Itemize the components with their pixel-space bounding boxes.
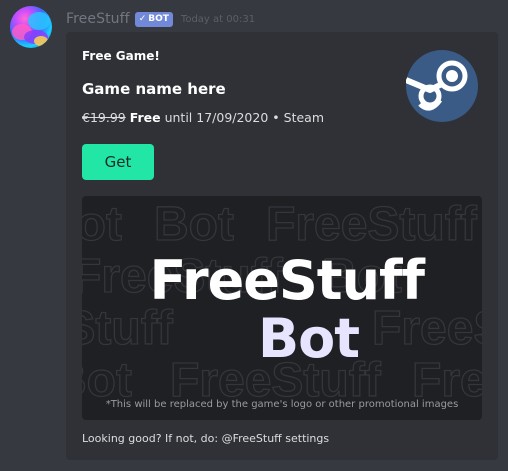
promo-title-line-1: FreeStuff <box>149 249 425 312</box>
username[interactable]: FreeStuff <box>66 11 130 27</box>
until-date: until 17/09/2020 <box>164 110 269 125</box>
steam-icon <box>404 60 468 111</box>
message-timestamp: Today at 00:31 <box>180 13 256 25</box>
store-name: Steam <box>283 110 325 125</box>
check-icon: ✓ <box>138 13 147 24</box>
embed-author: Free Game! <box>82 49 160 63</box>
user-avatar[interactable] <box>10 6 52 48</box>
get-button[interactable]: Get <box>82 144 154 180</box>
chat-message: FreeStuff ✓ BOT Today at 00:31 Free Game… <box>0 0 508 471</box>
promo-image[interactable]: Bot Bot FreeStuff FreeStuff Bot FreeStuf… <box>82 196 482 420</box>
bg-pattern-text: FreeStuff <box>266 198 478 251</box>
embed-footer: Looking good? If not, do: @FreeStuff set… <box>82 432 330 445</box>
embed-thumbnail[interactable] <box>404 50 478 122</box>
separator-dot: • <box>272 110 280 125</box>
original-price: €19.99 <box>82 110 126 125</box>
promo-title-line-2: Bot <box>258 307 360 370</box>
promo-caption: *This will be replaced by the game's log… <box>105 399 459 410</box>
message-header: FreeStuff ✓ BOT Today at 00:31 <box>66 10 255 28</box>
bg-pattern-text: Bot <box>82 198 122 251</box>
free-label: Free <box>129 110 161 125</box>
bot-badge-label: BOT <box>148 13 169 24</box>
bot-badge: ✓ BOT <box>134 11 173 27</box>
embed-title: Game name here <box>82 80 226 98</box>
bg-pattern-text: Bot <box>154 198 234 251</box>
game-embed: Free Game! Game name here €19.99 Free un… <box>66 32 498 460</box>
embed-description: €19.99 Free until 17/09/2020 • Steam <box>82 110 324 125</box>
